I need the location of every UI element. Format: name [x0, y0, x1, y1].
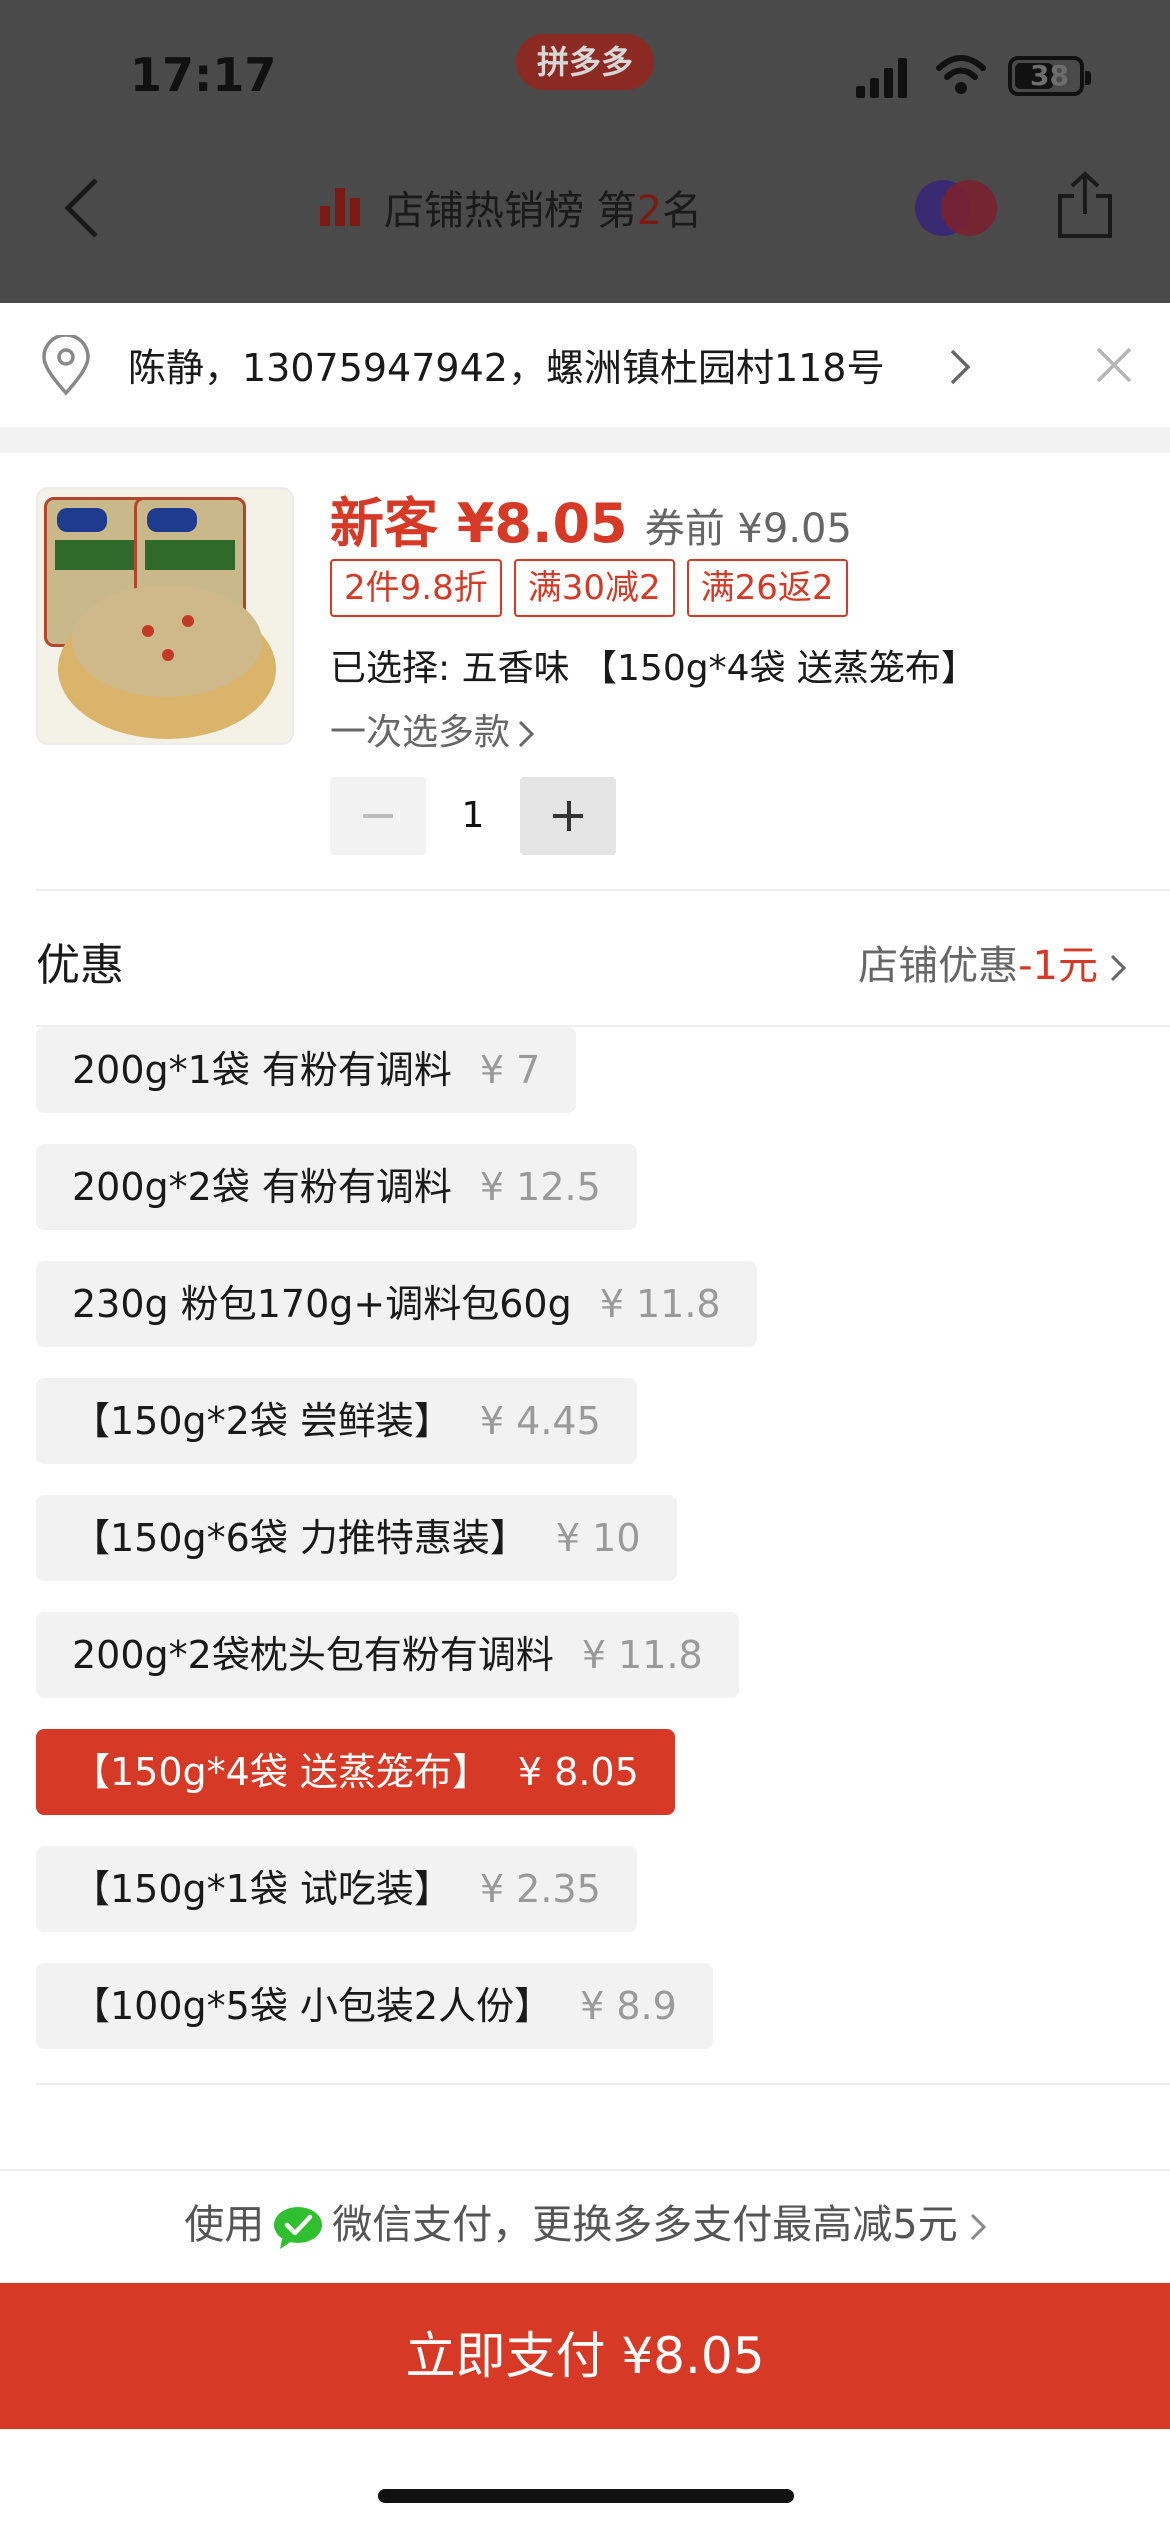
close-icon[interactable]	[1094, 345, 1134, 385]
new-customer-price: 新客 ¥8.05	[330, 492, 628, 555]
address-text: 陈静，13075947942，螺洲镇杜园村118号	[128, 346, 885, 390]
divider	[36, 2083, 1170, 2085]
sku-option[interactable]: 230g 粉包170g+调料包60g ¥ 11.8	[36, 1261, 757, 1347]
sku-option-price: ¥ 11.8	[599, 1282, 721, 1326]
pay-now-button[interactable]: 立即支付 ¥8.05	[0, 2283, 1170, 2429]
discount-label: 优惠	[36, 940, 124, 991]
sku-option-label: 【150g*4袋 送蒸笼布】	[72, 1750, 490, 1794]
sku-option[interactable]: 【100g*5袋 小包装2人份】 ¥ 8.9	[36, 1963, 713, 2049]
rank-label[interactable]: 店铺热销榜 第2名	[384, 178, 702, 236]
chevron-right-icon	[518, 720, 535, 748]
sku-option-price: ¥ 2.35	[479, 1867, 601, 1911]
signal-icon	[856, 58, 908, 98]
sku-option-price: ¥ 4.45	[479, 1399, 601, 1443]
product-image[interactable]	[36, 487, 294, 745]
store-discount-label: 店铺优惠	[858, 943, 1019, 989]
sku-option-selected[interactable]: 【150g*4袋 送蒸笼布】 ¥ 8.05	[36, 1729, 675, 1815]
use-label: 使用	[184, 2202, 265, 2248]
sku-option[interactable]: 200g*2袋枕头包有粉有调料 ¥ 11.8	[36, 1612, 739, 1698]
sku-option-price: ¥ 10	[555, 1516, 641, 1560]
quantity-value[interactable]: 1	[426, 777, 520, 855]
share-icon[interactable]	[1054, 170, 1116, 240]
promo-tag: 满30减2	[513, 559, 675, 617]
address-row[interactable]: 陈静，13075947942，螺洲镇杜园村118号	[0, 303, 1170, 427]
rank-icon	[320, 188, 360, 226]
promo-tag: 2件9.8折	[330, 559, 502, 617]
sku-option-label: 【150g*6袋 力推特惠装】	[72, 1516, 528, 1560]
sku-option-label: 200g*2袋枕头包有粉有调料	[72, 1633, 554, 1677]
sku-option[interactable]: 【150g*2袋 尝鲜装】 ¥ 4.45	[36, 1378, 637, 1464]
sku-option-price: ¥ 7	[479, 1048, 541, 1092]
location-icon	[42, 335, 90, 396]
wechat-pay-row[interactable]: 使用 微信支付，更换多多支付最高减5元	[0, 2171, 1170, 2279]
wifi-icon	[936, 55, 986, 94]
sku-option[interactable]: 【150g*1袋 试吃装】 ¥ 2.35	[36, 1846, 637, 1932]
increase-button[interactable]	[520, 777, 616, 855]
back-icon[interactable]	[62, 176, 102, 240]
minus-icon	[363, 814, 393, 818]
sku-option-label: 200g*1袋 有粉有调料	[72, 1048, 452, 1092]
chevron-right-icon	[950, 349, 971, 385]
wechat-pay-text: 微信支付，更换多多支付最高减5元	[332, 2202, 958, 2248]
sku-option-label: 230g 粉包170g+调料包60g	[72, 1282, 572, 1326]
store-discount-link[interactable]: 店铺优惠-1元	[858, 933, 1126, 991]
section-divider	[0, 427, 1170, 453]
rank-number: 2	[636, 188, 663, 234]
chevron-right-icon	[1110, 954, 1126, 982]
sku-sheet: 陈静，13075947942，螺洲镇杜园村118号 新客 ¥8.05 券前 ¥9…	[0, 303, 1170, 2532]
rank-suffix: 名	[662, 188, 703, 234]
sku-option[interactable]: 200g*1袋 有粉有调料 ¥ 7	[36, 1027, 577, 1113]
promo-tag: 满26返2	[686, 559, 848, 617]
battery-icon: 38	[1008, 56, 1091, 96]
sku-option-price: ¥ 8.9	[580, 1984, 677, 2028]
store-discount-value: -1元	[1018, 943, 1098, 989]
sku-option-label: 200g*2袋 有粉有调料	[72, 1165, 452, 1209]
sku-option-label: 【150g*2袋 尝鲜装】	[72, 1399, 452, 1443]
wechat-icon	[274, 2207, 323, 2249]
sku-option-price: ¥ 11.8	[581, 1633, 703, 1677]
status-time: 17:17	[130, 48, 277, 102]
battery-level: 38	[1030, 59, 1069, 92]
rank-prefix: 店铺热销榜 第	[384, 188, 637, 234]
brand-icon	[915, 180, 997, 236]
sku-option-label: 【100g*5袋 小包装2人份】	[72, 1984, 553, 2028]
promo-tags: 2件9.8折 满30减2 满26返2	[330, 559, 848, 617]
chevron-right-icon	[970, 2213, 986, 2241]
background-page-header: 17:17 拼多多 38 店铺热销榜 第2名	[0, 0, 1170, 303]
sku-option-price: ¥ 8.05	[517, 1750, 639, 1794]
sku-option[interactable]: 200g*2袋 有粉有调料 ¥ 12.5	[36, 1144, 637, 1230]
multi-select-label: 一次选多款	[330, 712, 511, 753]
multi-select-link[interactable]: 一次选多款	[330, 703, 535, 755]
app-badge: 拼多多	[516, 34, 654, 90]
decrease-button[interactable]	[330, 777, 426, 855]
sku-option[interactable]: 【150g*6袋 力推特惠装】 ¥ 10	[36, 1495, 677, 1581]
original-price: 券前 ¥9.05	[644, 506, 852, 552]
price-row: 新客 ¥8.05 券前 ¥9.05	[330, 479, 852, 558]
selected-spec: 已选择: 五香味 【150g*4袋 送蒸笼布】	[330, 648, 977, 689]
home-indicator	[378, 2489, 794, 2503]
divider	[36, 889, 1170, 891]
sku-option-price: ¥ 12.5	[479, 1165, 601, 1209]
sku-option-label: 【150g*1袋 试吃装】	[72, 1867, 452, 1911]
